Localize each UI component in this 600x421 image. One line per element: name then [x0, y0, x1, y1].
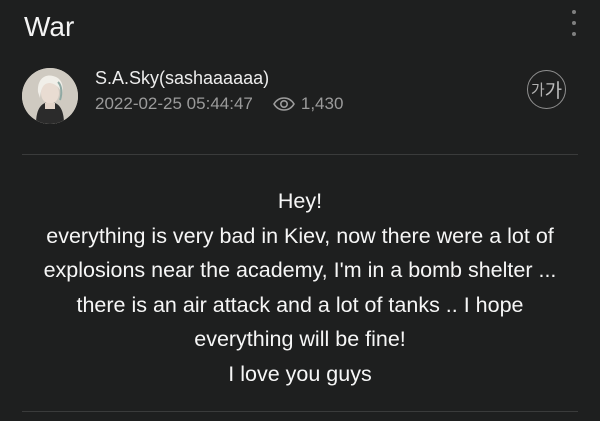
post-meta: 2022-02-25 05:44:47 1,430 — [95, 94, 343, 114]
post-body-line: there is an air attack and a lot of tank… — [76, 292, 524, 317]
avatar[interactable] — [22, 68, 78, 124]
post-body-line: I love you guys — [228, 361, 372, 386]
post-body-line: explosions near the academy, I'm in a bo… — [43, 258, 557, 282]
views-eye-icon — [272, 97, 295, 111]
post-body-line: everything is very bad in Kiev, now ther… — [46, 223, 554, 248]
header-divider — [22, 154, 578, 155]
font-size-large-label: 가 — [544, 81, 563, 102]
post-body: Hey! everything is very bad in Kiev, now… — [0, 184, 600, 391]
author-name[interactable]: S.A.Sky(sashaaaaaa) — [95, 67, 269, 89]
post-body-line: Hey! — [277, 189, 323, 213]
font-size-button[interactable]: 가가 — [527, 70, 566, 109]
font-size-small-label: 가 — [530, 82, 545, 99]
post-body-line: everything will be fine! — [194, 327, 406, 351]
post-datetime: 2022-02-25 05:44:47 — [95, 94, 253, 113]
more-options-icon[interactable] — [567, 10, 581, 36]
page-title: War — [24, 11, 75, 42]
footer-divider — [22, 411, 578, 412]
avatar-image — [22, 68, 78, 124]
view-count: 1,430 — [300, 94, 344, 113]
